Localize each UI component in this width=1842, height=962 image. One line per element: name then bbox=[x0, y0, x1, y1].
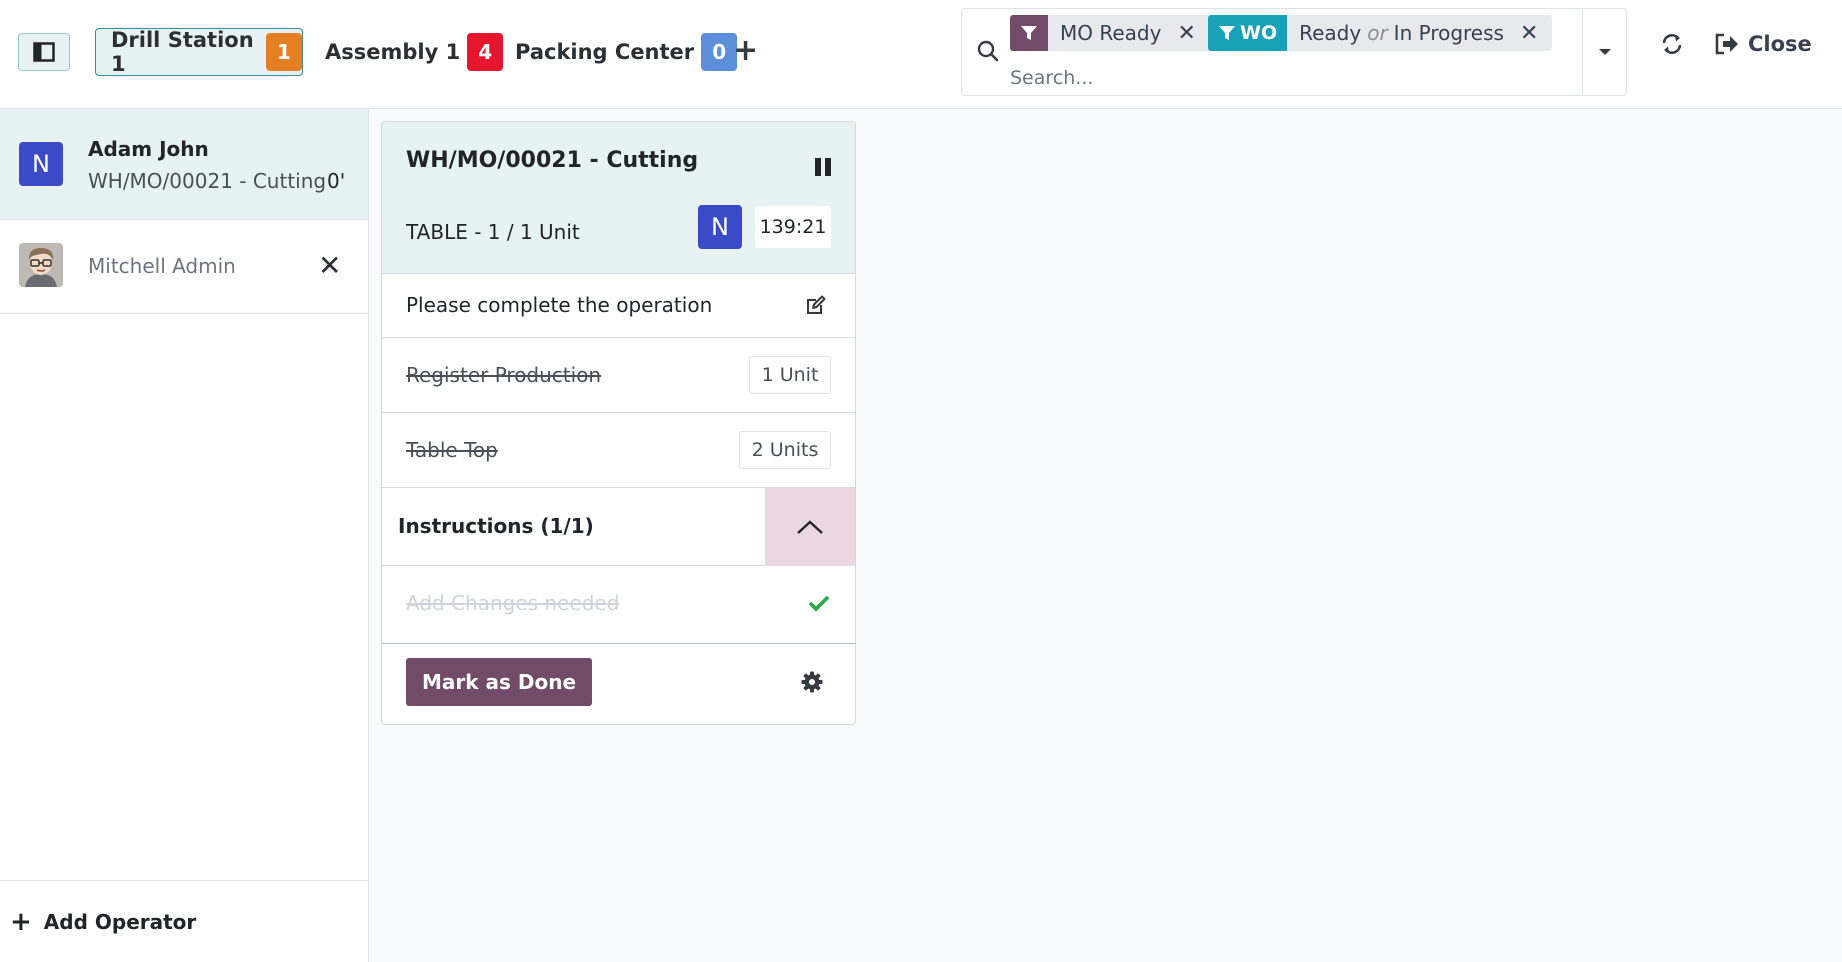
card-header[interactable]: WH/MO/00021 - Cutting TABLE - 1 / 1 Unit… bbox=[382, 122, 855, 274]
sign-out-icon bbox=[1715, 33, 1738, 55]
operator-name: Adam John bbox=[88, 137, 209, 161]
tab-count-badge: 1 bbox=[266, 33, 302, 71]
caret-down-icon bbox=[1599, 49, 1611, 55]
plus-icon: + bbox=[10, 906, 32, 937]
tab-assembly-1[interactable]: Assembly 1 4 bbox=[325, 28, 504, 76]
operator-time: 0' bbox=[327, 169, 346, 193]
plus-icon: + bbox=[733, 33, 759, 68]
tab-count-badge: 0 bbox=[701, 33, 738, 71]
instructions-header: Instructions (1/1) bbox=[382, 488, 855, 566]
instruction-step-label: Add Changes needed bbox=[406, 591, 620, 615]
sidebar-toggle-icon bbox=[33, 42, 55, 62]
top-bar: Drill Station 1 1 Assembly 1 4 Packing C… bbox=[0, 0, 1842, 109]
search-panel: MO Ready ✕ WO Ready or In Progress ✕ bbox=[961, 8, 1627, 96]
chevron-up-icon bbox=[797, 520, 823, 534]
search-facet-mo-ready: MO Ready ✕ bbox=[1010, 15, 1210, 51]
avatar bbox=[19, 243, 63, 287]
tab-drill-station-1[interactable]: Drill Station 1 1 bbox=[95, 28, 303, 76]
note-text: Please complete the operation bbox=[406, 293, 713, 317]
search-icon bbox=[977, 40, 999, 62]
tab-label: Packing Center bbox=[515, 40, 695, 64]
search-facet-wo-status: WO Ready or In Progress ✕ bbox=[1208, 15, 1553, 51]
check-icon bbox=[808, 595, 830, 612]
pause-icon[interactable] bbox=[814, 157, 832, 177]
facet-remove-icon[interactable]: ✕ bbox=[1514, 21, 1552, 46]
operator-name: Mitchell Admin bbox=[88, 254, 236, 278]
facet-prefix: WO bbox=[1240, 22, 1278, 44]
tab-packing-center[interactable]: Packing Center 0 bbox=[515, 28, 738, 76]
add-workcenter-button[interactable]: + bbox=[733, 36, 758, 66]
note-row[interactable]: Please complete the operation bbox=[382, 274, 855, 338]
edit-icon[interactable] bbox=[805, 294, 827, 316]
instructions-label: Instructions (1/1) bbox=[398, 514, 594, 538]
step-qty: 1 Unit bbox=[749, 356, 831, 394]
sidebar-toggle-button[interactable] bbox=[18, 33, 70, 71]
add-operator-label: Add Operator bbox=[43, 909, 197, 934]
timer: 139:21 bbox=[755, 206, 831, 248]
product-line: TABLE - 1 / 1 Unit bbox=[406, 220, 580, 244]
step-qty: 2 Units bbox=[739, 431, 831, 469]
tab-label: Drill Station 1 bbox=[111, 28, 254, 76]
tab-count-badge: 4 bbox=[467, 33, 504, 71]
operators-panel: N Adam John WH/MO/00021 - Cutting 0' Mit… bbox=[0, 109, 369, 962]
facet-remove-icon[interactable]: ✕ bbox=[1171, 21, 1209, 46]
card-title: WH/MO/00021 - Cutting bbox=[406, 148, 699, 173]
facet-label: MO Ready bbox=[1060, 21, 1162, 45]
operator-item-active[interactable]: N Adam John WH/MO/00021 - Cutting 0' bbox=[0, 109, 368, 220]
instructions-collapse-button[interactable] bbox=[765, 488, 855, 566]
instruction-step[interactable]: Add Changes needed bbox=[382, 566, 855, 644]
filter-icon bbox=[1010, 15, 1048, 51]
refresh-button[interactable] bbox=[1660, 32, 1684, 60]
filter-icon: WO bbox=[1208, 15, 1288, 51]
step-label: Register Production bbox=[406, 363, 602, 387]
close-label: Close bbox=[1748, 32, 1812, 56]
avatar: N bbox=[19, 142, 63, 186]
refresh-icon bbox=[1662, 34, 1682, 54]
avatar: N bbox=[698, 205, 742, 249]
search-input[interactable] bbox=[1010, 67, 1510, 89]
add-operator-button[interactable]: + Add Operator bbox=[0, 880, 368, 962]
step-label: Table Top bbox=[406, 438, 498, 462]
remove-operator-icon[interactable]: ✕ bbox=[318, 249, 341, 282]
mark-as-done-button[interactable]: Mark as Done bbox=[406, 658, 593, 706]
workorder-card: WH/MO/00021 - Cutting TABLE - 1 / 1 Unit… bbox=[381, 121, 856, 725]
step-row[interactable]: Register Production 1 Unit bbox=[382, 338, 855, 413]
close-button[interactable]: Close bbox=[1714, 32, 1812, 56]
step-row[interactable]: Table Top 2 Units bbox=[382, 413, 855, 488]
facet-values: Ready or In Progress bbox=[1299, 21, 1504, 45]
tab-label: Assembly 1 bbox=[325, 40, 461, 64]
gear-icon[interactable] bbox=[801, 671, 823, 693]
operator-workorder: WH/MO/00021 - Cutting bbox=[88, 169, 327, 193]
search-options-toggle[interactable] bbox=[1582, 8, 1627, 96]
